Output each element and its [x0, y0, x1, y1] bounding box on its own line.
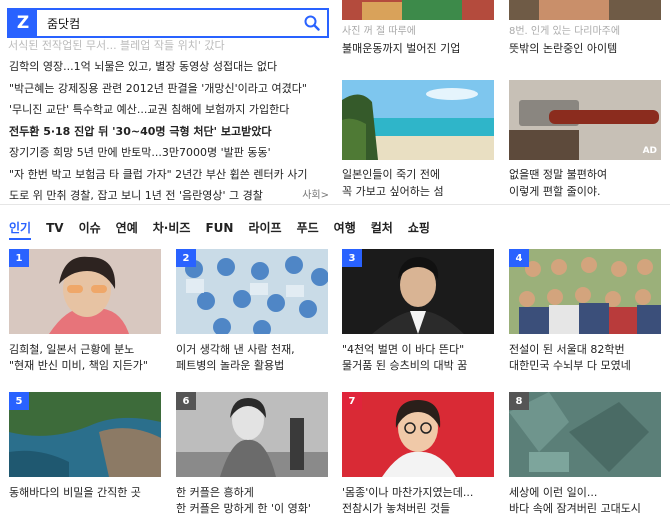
rank-badge: 7 — [342, 392, 362, 410]
tab-car-biz[interactable]: 차·비즈 — [153, 220, 191, 240]
rank-badge: 1 — [9, 249, 29, 267]
thumbnail[interactable]: 1 — [9, 249, 161, 334]
rank-badge: 8 — [509, 392, 529, 410]
news-item[interactable]: 장기기증 희망 5년 만에 반토막...3만7000명 '발판 동동' — [9, 142, 331, 164]
news-item[interactable]: '무니진 교단' 특수학교 예산...교권 침해에 보험까지 가입한다 — [9, 99, 331, 121]
card-caption[interactable]: 세상에 이런 일이... 바다 속에 잠겨버린 고대도시 — [509, 485, 661, 517]
thumbnail[interactable]: 8 — [509, 392, 661, 477]
rank-badge: 6 — [176, 392, 196, 410]
thumbnail[interactable]: 7 — [342, 392, 494, 477]
top-card-caption[interactable]: 불매운동까지 벌어진 기업 — [342, 40, 494, 57]
search-input[interactable]: 줌닷컴 — [37, 15, 297, 32]
news-item[interactable]: "자 한번 박고 보험금 타 클럽 가자" 2년간 부산 휩쓴 렌터카 사기 — [9, 164, 331, 186]
ad-badge: AD — [642, 146, 657, 156]
rank-badge: 2 — [176, 249, 196, 267]
rank-badge: 3 — [342, 249, 362, 267]
tab-culture[interactable]: 컬처 — [371, 220, 393, 240]
search-bar[interactable]: Z 줌닷컴 — [7, 8, 329, 38]
card-caption[interactable]: "4천억 벌면 이 바다 뜬다" 물거품 된 승츠비의 대박 꿈 — [342, 342, 494, 374]
ranked-card[interactable]: 1 김희철, 일본서 근황에 분노 "현재 반신 미비, 책임 지든가" — [9, 249, 161, 374]
ranked-card[interactable]: 5 동해바다의 비밀을 간직한 곳 — [9, 392, 161, 501]
card-caption[interactable]: 김희철, 일본서 근황에 분노 "현재 반신 미비, 책임 지든가" — [9, 342, 161, 374]
top-card[interactable]: 일본인들이 죽기 전에 꼭 가보고 싶어하는 섬 — [342, 80, 494, 200]
card-caption[interactable]: '몸종'이나 마찬가지였는데... 전참시가 놓쳐버린 것들 — [342, 485, 494, 517]
news-item[interactable]: 김학의 영장...1억 뇌물은 있고, 별장 동영상 성접대는 없다 — [9, 56, 331, 78]
top-card-ad[interactable]: AD 없을땐 정말 불편하여 이렇게 편할 줄이야. — [509, 80, 661, 200]
card-caption[interactable]: 이거 생각해 낸 사람 천재, 페트병의 놀라운 활용법 — [176, 342, 328, 374]
ranked-card[interactable]: 6 한 커플은 흥하게 한 커플은 망하게 한 '이 영화' — [176, 392, 328, 517]
tab-tv[interactable]: TV — [46, 220, 63, 240]
thumbnail[interactable] — [509, 0, 661, 20]
top-card-faded: 8번. 인게 있는 다리마주에 — [509, 26, 621, 37]
category-tabs: 인기 TV 이슈 연예 차·비즈 FUN 라이프 푸드 여행 컬처 쇼핑 — [9, 220, 430, 240]
thumbnail-beach[interactable] — [342, 80, 494, 160]
rank-badge: 5 — [9, 392, 29, 410]
news-item-text[interactable]: 도로 위 만취 경찰, 잡고 보니 1년 전 '음란영상' 그 경찰 — [9, 189, 263, 202]
tab-food[interactable]: 푸드 — [297, 220, 319, 240]
tab-entertainment[interactable]: 연예 — [116, 220, 138, 240]
ranked-card[interactable]: 4 전설이 된 서울대 82학번 대한민국 수뇌부 다 모였네 — [509, 249, 661, 374]
news-list: 김학의 영장...1억 뇌물은 있고, 별장 동영상 성접대는 없다 "박근혜는… — [9, 56, 331, 207]
top-card[interactable]: 8번. 인게 있는 다리마주에 뜻밖의 논란중인 아이템 — [509, 0, 661, 57]
news-item[interactable]: "박근혜는 강제징용 관련 2012년 판결을 '개망신'이라고 여겼다" — [9, 78, 331, 100]
thumbnail[interactable]: 5 — [9, 392, 161, 477]
thumbnail[interactable]: 3 — [342, 249, 494, 334]
tab-issue[interactable]: 이슈 — [79, 220, 101, 240]
section-divider — [0, 204, 670, 205]
tab-fun[interactable]: FUN — [205, 220, 233, 240]
thumbnail[interactable]: 6 — [176, 392, 328, 477]
rank-badge: 4 — [509, 249, 529, 267]
ranked-card[interactable]: 7 '몸종'이나 마찬가지였는데... 전참시가 놓쳐버린 것들 — [342, 392, 494, 517]
ranked-card[interactable]: 3 "4천억 벌면 이 바다 뜬다" 물거품 된 승츠비의 대박 꿈 — [342, 249, 494, 374]
top-card-faded: 사진 꺼 절 따루에 — [342, 26, 416, 37]
news-item-headline[interactable]: 전두환 5·18 진압 뒤 '30~40명 극형 처단' 보고받았다 — [9, 121, 331, 143]
search-button[interactable] — [297, 10, 327, 36]
top-card-caption[interactable]: 없을땐 정말 불편하여 이렇게 편할 줄이야. — [509, 166, 661, 200]
tab-popular[interactable]: 인기 — [9, 220, 32, 240]
tab-shopping[interactable]: 쇼핑 — [408, 220, 430, 240]
top-card-caption[interactable]: 뜻밖의 논란중인 아이템 — [509, 40, 661, 57]
thumbnail[interactable]: 4 — [509, 249, 661, 334]
tab-life[interactable]: 라이프 — [248, 220, 281, 240]
card-caption[interactable]: 한 커플은 흥하게 한 커플은 망하게 한 '이 영화' — [176, 485, 328, 517]
card-caption[interactable]: 동해바다의 비밀을 간직한 곳 — [9, 485, 161, 501]
thumbnail[interactable]: 2 — [176, 249, 328, 334]
zum-logo[interactable]: Z — [9, 10, 37, 36]
thumbnail-tool[interactable]: AD — [509, 80, 661, 160]
search-icon — [304, 15, 320, 31]
top-card[interactable]: 사진 꺼 절 따루에 불매운동까지 벌어진 기업 — [342, 0, 494, 57]
ranked-card[interactable]: 8 세상에 이런 일이... 바다 속에 잠겨버린 고대도시 — [509, 392, 661, 517]
ranked-card[interactable]: 2 이거 생각해 낸 사람 천재, 페트병의 놀라운 활용법 — [176, 249, 328, 374]
faded-news-line: 서식된 전작업된 무서... 블레업 작들 위치' 갔다 — [8, 39, 225, 52]
thumbnail[interactable] — [342, 0, 494, 20]
card-caption[interactable]: 전설이 된 서울대 82학번 대한민국 수뇌부 다 모였네 — [509, 342, 661, 374]
top-card-caption[interactable]: 일본인들이 죽기 전에 꼭 가보고 싶어하는 섬 — [342, 166, 494, 200]
tab-travel[interactable]: 여행 — [334, 220, 356, 240]
